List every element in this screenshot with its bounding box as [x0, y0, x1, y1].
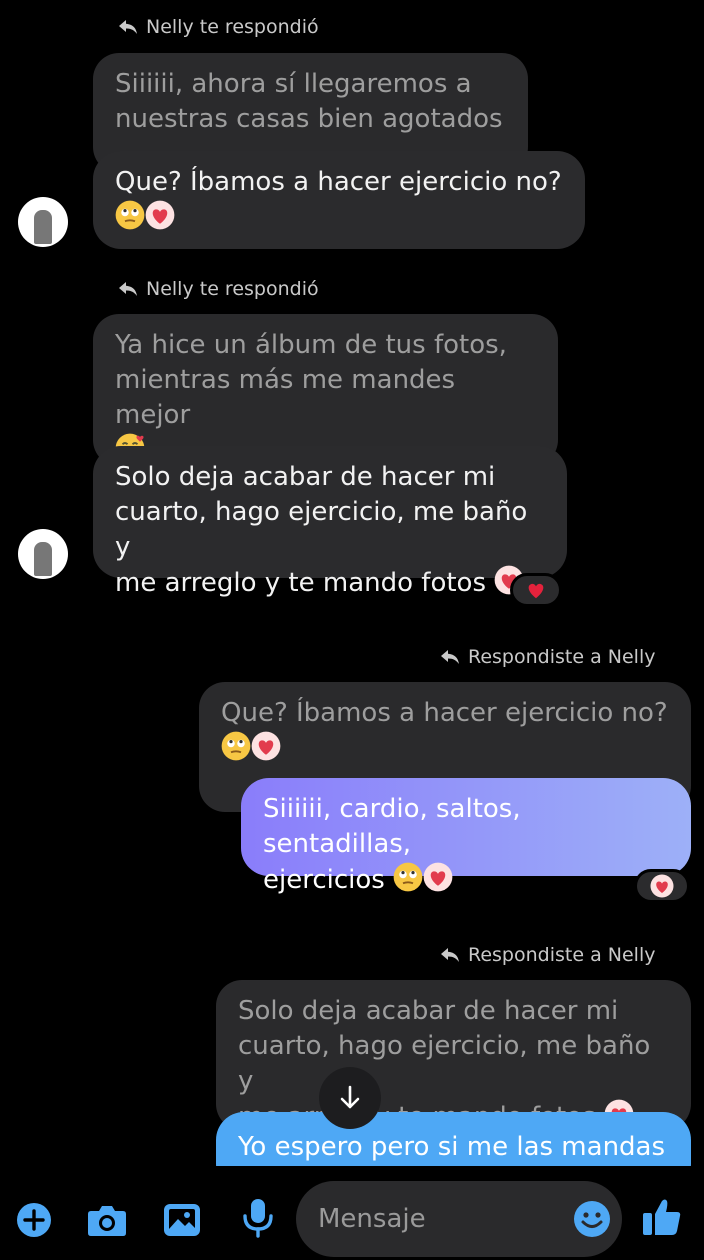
eyeroll-emoji-icon [221, 731, 251, 761]
message-line: cuarto, hago ejercicio, me baño y [115, 497, 528, 562]
reply-note-label: Nelly te respondió [146, 278, 319, 300]
scroll-to-bottom-button[interactable] [319, 1067, 381, 1129]
eyeroll-emoji-icon [115, 200, 145, 230]
reply-arrow-icon [440, 947, 460, 963]
quoted-line: cuarto, hago ejercicio, me baño y [238, 1031, 651, 1096]
reply-arrow-icon [118, 19, 138, 35]
reply-note-label: Respondiste a Nelly [468, 646, 656, 668]
message-line: Siiiiii, cardio, saltos, sentadillas, [263, 794, 521, 859]
gallery-button[interactable] [162, 1200, 202, 1240]
camera-icon [88, 1206, 126, 1236]
microphone-icon [243, 1199, 273, 1238]
quoted-message[interactable]: Solo deja acabar de hacer mi cuarto, hag… [216, 980, 691, 1132]
voice-button[interactable] [238, 1198, 278, 1238]
reply-arrow-icon [118, 281, 138, 297]
reply-note-label: Respondiste a Nelly [468, 944, 656, 966]
reply-note-you: Respondiste a Nelly [440, 944, 655, 966]
reply-note-you: Respondiste a Nelly [440, 646, 655, 668]
quoted-line: Que? Íbamos a hacer ejercicio no? [221, 698, 668, 728]
message-line: me arreglo y te mando fotos [115, 568, 486, 598]
emoji-row [115, 200, 563, 236]
emoji-button[interactable] [572, 1199, 612, 1239]
message-reaction[interactable] [510, 573, 562, 607]
message-line-with-emoji: me arreglo y te mando fotos [115, 565, 545, 601]
thumbs-up-icon [643, 1199, 681, 1235]
message-line-with-emoji: ejercicios [263, 862, 669, 898]
heart-emoji-icon [423, 862, 453, 892]
reply-note-label: Nelly te respondió [146, 16, 319, 38]
quoted-line: mientras más me mandes mejor [115, 365, 456, 430]
avatar[interactable] [18, 529, 68, 579]
quoted-line: Siiiiii, ahora sí llegaremos a [115, 69, 472, 99]
reply-note-nelly: Nelly te respondió [118, 16, 319, 38]
quoted-line: Ya hice un álbum de tus fotos, [115, 330, 507, 360]
quoted-line: nuestras casas bien agotados [115, 104, 503, 134]
outgoing-message-bubble[interactable]: Siiiiii, cardio, saltos, sentadillas, ej… [241, 778, 691, 895]
heart-emoji-icon [251, 731, 281, 761]
message-line: ejercicios [263, 865, 385, 895]
add-button[interactable] [14, 1200, 54, 1240]
heart-emoji-icon [650, 874, 674, 898]
heart-emoji-icon [145, 200, 175, 230]
arrow-down-icon [340, 1085, 360, 1109]
message-line: Que? Íbamos a hacer ejercicio no? [115, 167, 562, 197]
message-placeholder: Mensaje [318, 1204, 426, 1234]
message-reaction[interactable] [634, 869, 690, 903]
image-icon [164, 1204, 200, 1236]
quoted-message[interactable]: Ya hice un álbum de tus fotos, mientras … [93, 314, 558, 466]
plus-circle-icon [17, 1203, 51, 1237]
message-line: Yo espero pero si me las mandas [238, 1132, 666, 1162]
camera-button[interactable] [87, 1200, 127, 1240]
heart-icon [528, 583, 544, 599]
message-line: Solo deja acabar de hacer mi [115, 462, 496, 492]
quoted-line: Solo deja acabar de hacer mi [238, 996, 619, 1026]
smiley-icon [574, 1201, 610, 1237]
reply-arrow-icon [440, 649, 460, 665]
like-button[interactable] [642, 1197, 682, 1237]
avatar[interactable] [18, 197, 68, 247]
incoming-message-bubble[interactable]: Solo deja acabar de hacer mi cuarto, hag… [93, 446, 567, 598]
eyeroll-emoji-icon [393, 862, 423, 892]
incoming-message-bubble[interactable]: Que? Íbamos a hacer ejercicio no? [93, 151, 585, 249]
reply-note-nelly: Nelly te respondió [118, 278, 319, 300]
